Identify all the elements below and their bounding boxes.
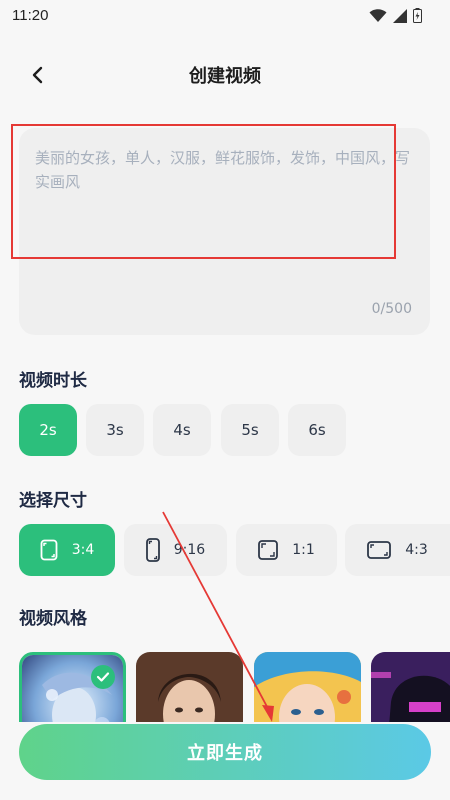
size-label: 9:16: [173, 542, 206, 558]
size-section-title: 选择尺寸: [19, 491, 87, 511]
battery-icon: [413, 8, 422, 23]
duration-option-6s[interactable]: 6s: [288, 404, 346, 456]
duration-option-4s[interactable]: 4s: [153, 404, 211, 456]
prompt-card: 0/500: [19, 128, 430, 335]
size-label: 3:4: [71, 542, 95, 558]
style-section-title: 视频风格: [19, 609, 87, 629]
style-thumbnail-3[interactable]: [254, 652, 361, 722]
style-thumbnail-4[interactable]: [371, 652, 450, 722]
duration-option-2s[interactable]: 2s: [19, 404, 77, 456]
style-thumbnails: [19, 652, 450, 722]
phone-frame-icon: [145, 538, 160, 562]
square-frame-icon: [258, 540, 279, 560]
size-option-4-3[interactable]: 4:3: [345, 524, 450, 576]
wifi-icon: [369, 8, 387, 22]
size-option-1-1[interactable]: 1:1: [236, 524, 337, 576]
page-title: 创建视频: [189, 66, 261, 87]
size-option-3-4[interactable]: 3:4: [19, 524, 115, 576]
size-label: 1:1: [292, 542, 315, 558]
style-thumbnail-1[interactable]: [19, 652, 126, 722]
duration-section-title: 视频时长: [19, 371, 87, 391]
size-label: 4:3: [405, 542, 428, 558]
portrait-frame-icon: [40, 539, 58, 561]
header: 创建视频: [0, 52, 450, 96]
style-thumbnail-2[interactable]: [136, 652, 243, 722]
selected-check-icon: [91, 665, 115, 689]
status-icons: [369, 8, 422, 23]
duration-option-3s[interactable]: 3s: [86, 404, 144, 456]
generate-button[interactable]: 立即生成: [19, 724, 431, 780]
duration-option-5s[interactable]: 5s: [221, 404, 279, 456]
style-image-4: [371, 652, 450, 722]
status-time: 11:20: [12, 7, 49, 24]
size-option-9-16[interactable]: 9:16: [124, 524, 227, 576]
prompt-input[interactable]: [35, 146, 410, 256]
landscape-frame-icon: [367, 541, 392, 559]
char-counter: 0/500: [371, 301, 412, 317]
style-image-3: [254, 652, 361, 722]
signal-icon: [393, 8, 407, 23]
style-image-1: [22, 655, 123, 722]
style-image-2: [136, 652, 243, 722]
status-bar: 11:20: [0, 0, 450, 32]
